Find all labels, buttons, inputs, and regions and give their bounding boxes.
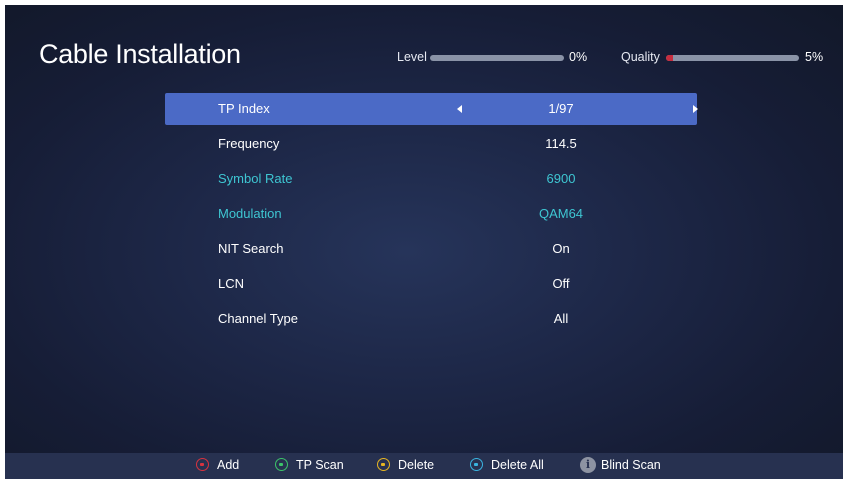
info-button-icon: i xyxy=(580,457,596,473)
menu-row-value: 114.5 xyxy=(545,136,577,151)
menu-row-label: Modulation xyxy=(218,206,282,221)
menu-row-value: All xyxy=(553,311,569,326)
page-title: Cable Installation xyxy=(39,39,241,69)
quality-bar xyxy=(666,55,799,61)
blue-button-icon xyxy=(470,458,483,471)
menu-row-value: Off xyxy=(552,276,570,291)
green-button-icon xyxy=(275,458,288,471)
menu-row-value: On xyxy=(552,241,570,256)
menu-row-symbol-rate[interactable]: Symbol Rate 6900 xyxy=(165,163,697,195)
menu-row-label: TP Index xyxy=(218,101,270,116)
menu-row-lcn[interactable]: LCN Off xyxy=(165,268,697,300)
red-button-icon xyxy=(196,458,209,471)
menu-row-tp-index[interactable]: TP Index 1/97 xyxy=(165,93,698,125)
hint-label: Delete All xyxy=(491,458,544,472)
menu-row-value: 6900 xyxy=(546,171,576,186)
cable-installation-screen: Cable Installation Level 0% Quality 5% T… xyxy=(5,5,843,479)
quality-value: 5% xyxy=(805,50,824,64)
hint-label: Blind Scan xyxy=(601,458,661,472)
menu-row-frequency[interactable]: Frequency 114.5 xyxy=(165,128,697,160)
hint-label: Add xyxy=(217,458,240,472)
menu-row-modulation[interactable]: Modulation QAM64 xyxy=(165,198,697,230)
hint-label: TP Scan xyxy=(296,458,344,472)
menu-row-label: Frequency xyxy=(218,136,280,151)
left-arrow-icon[interactable] xyxy=(457,105,462,113)
level-value: 0% xyxy=(569,50,588,64)
quality-bar-fill xyxy=(666,55,673,61)
yellow-button-icon xyxy=(377,458,390,471)
menu-row-nit-search[interactable]: NIT Search On xyxy=(165,233,697,265)
menu-row-label: LCN xyxy=(218,276,245,291)
level-label: Level xyxy=(397,50,427,64)
menu-row-value: 1/97 xyxy=(548,101,574,116)
menu-row-label: Symbol Rate xyxy=(218,171,293,186)
menu-row-channel-type[interactable]: Channel Type All xyxy=(165,303,697,335)
menu-row-label: Channel Type xyxy=(218,311,298,326)
menu-row-label: NIT Search xyxy=(218,241,284,256)
quality-label: Quality xyxy=(621,50,660,64)
level-bar xyxy=(430,55,564,61)
right-arrow-icon[interactable] xyxy=(693,105,698,113)
hint-label: Delete xyxy=(398,458,435,472)
footer-hint-bar: Add TP Scan Delete Delete All i Blind Sc… xyxy=(5,453,843,479)
menu-row-value: QAM64 xyxy=(538,206,584,221)
